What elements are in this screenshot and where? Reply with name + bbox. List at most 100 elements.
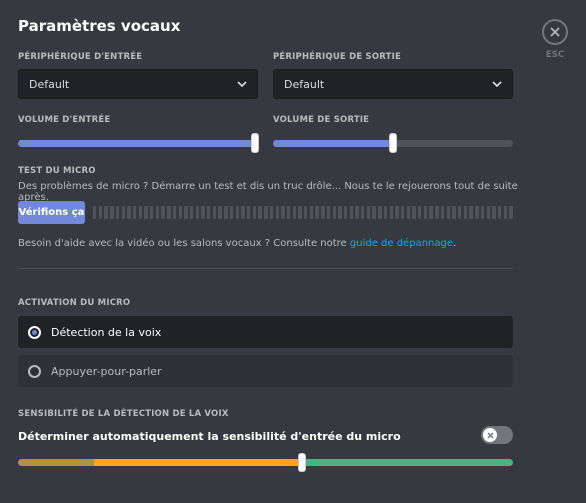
meter-bar — [184, 206, 188, 219]
meter-bar — [178, 206, 182, 219]
radio-selected-icon — [28, 325, 41, 339]
meter-bar — [349, 206, 354, 219]
meter-bar — [138, 206, 143, 219]
auto-sensitivity-label: Déterminer automatiquement la sensibilit… — [18, 430, 401, 443]
input-device-select[interactable]: Default — [18, 69, 258, 99]
output-device-label: Périphérique de sortie — [273, 52, 401, 62]
meter-bar — [389, 206, 393, 219]
meter-bar — [224, 206, 228, 219]
input-volume-handle[interactable] — [251, 133, 259, 153]
meter-bar — [452, 206, 456, 219]
input-volume-label: Volume d'entrée — [18, 115, 111, 125]
input-volume-slider[interactable] — [18, 133, 259, 153]
meter-bar — [446, 206, 450, 219]
meter-bar — [463, 206, 468, 219]
meter-bar — [429, 206, 433, 219]
meter-bar — [275, 206, 279, 219]
meter-bar — [418, 206, 422, 219]
toggle-off-icon — [483, 428, 497, 442]
auto-sensitivity-toggle[interactable] — [481, 426, 513, 444]
activation-label: Activation du micro — [18, 298, 131, 308]
input-device-value: Default — [29, 77, 70, 91]
meter-bar — [372, 206, 376, 219]
meter-bar — [383, 206, 388, 219]
radio-unselected-icon — [28, 364, 41, 378]
output-volume-fill — [273, 140, 393, 147]
meter-bar — [195, 206, 200, 219]
close-icon — [550, 27, 560, 37]
meter-bar — [412, 206, 416, 219]
settings-title: Paramètres vocaux — [18, 17, 181, 35]
help-text-suffix: . — [453, 238, 457, 249]
sensitivity-handle[interactable] — [298, 453, 306, 472]
meter-bar — [207, 206, 211, 219]
meter-bar — [246, 206, 251, 219]
sensitivity-slider[interactable] — [18, 459, 513, 466]
meter-bar — [172, 206, 177, 219]
meter-bar — [258, 206, 262, 219]
meter-bar — [509, 206, 513, 219]
meter-bar — [115, 206, 120, 219]
meter-bar — [366, 206, 371, 219]
sensitivity-low-zone — [18, 459, 94, 466]
mic-test-button[interactable]: Vérifions ça — [18, 201, 85, 224]
meter-bar — [212, 206, 217, 219]
mic-test-description: Des problèmes de micro ? Démarre un test… — [18, 181, 518, 203]
esc-label: ESC — [545, 50, 565, 60]
meter-bar — [218, 206, 222, 219]
meter-bar — [497, 206, 502, 219]
meter-bar — [252, 206, 257, 219]
meter-bar — [309, 206, 314, 219]
meter-bar — [150, 206, 154, 219]
meter-bar — [229, 206, 234, 219]
meter-bar — [458, 206, 462, 219]
meter-bar — [486, 206, 490, 219]
chevron-down-icon — [237, 81, 247, 87]
meter-bar — [189, 206, 194, 219]
meter-bar — [315, 206, 319, 219]
output-volume-label: Volume de sortie — [273, 115, 370, 125]
mic-test-label: Test du micro — [18, 166, 96, 176]
sensitivity-label: Sensibilité de la détection de la voix — [18, 409, 229, 419]
meter-bar — [406, 206, 411, 219]
sensitivity-mid-zone — [94, 459, 300, 466]
section-divider — [18, 268, 513, 269]
output-volume-slider[interactable] — [273, 133, 513, 153]
meter-bar — [241, 206, 245, 219]
meter-bar — [292, 206, 297, 219]
meter-bar — [155, 206, 160, 219]
troubleshooting-link[interactable]: guide de dépannage — [350, 238, 453, 249]
meter-bar — [98, 206, 103, 219]
meter-bar — [503, 206, 508, 219]
meter-bar — [326, 206, 331, 219]
meter-bar — [281, 206, 285, 219]
help-text: Besoin d'aide avec la vidéo ou les salon… — [18, 238, 456, 249]
close-button[interactable] — [542, 19, 568, 45]
meter-bar — [201, 206, 205, 219]
meter-bar — [93, 206, 97, 219]
output-device-select[interactable]: Default — [273, 69, 513, 99]
meter-bar — [286, 206, 291, 219]
meter-bar — [332, 206, 336, 219]
meter-bar — [395, 206, 399, 219]
chevron-down-icon — [492, 81, 502, 87]
input-device-label: Périphérique d'entrée — [18, 52, 143, 62]
meter-bar — [492, 206, 496, 219]
close-control[interactable]: ESC — [542, 19, 568, 60]
sensitivity-high-zone — [300, 459, 513, 466]
meter-bar — [338, 206, 342, 219]
input-volume-fill — [18, 140, 255, 147]
meter-bar — [355, 206, 359, 219]
meter-bar — [475, 206, 479, 219]
output-volume-handle[interactable] — [389, 133, 397, 153]
help-text-body: Besoin d'aide avec la vidéo ou les salon… — [18, 238, 350, 249]
voice-activity-option[interactable]: Détection de la voix — [18, 316, 513, 348]
meter-bar — [269, 206, 274, 219]
meter-bar — [104, 206, 108, 219]
meter-bar — [343, 206, 348, 219]
meter-bar — [321, 206, 325, 219]
meter-bar — [235, 206, 239, 219]
meter-bar — [127, 206, 131, 219]
meter-bar — [378, 206, 382, 219]
push-to-talk-option[interactable]: Appuyer-pour-parler — [18, 355, 513, 387]
